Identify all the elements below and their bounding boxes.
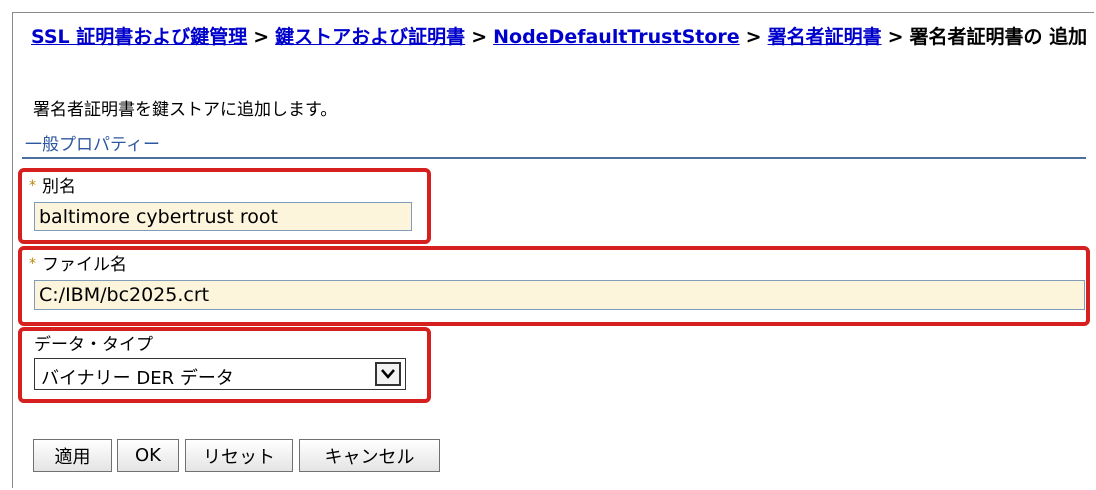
breadcrumb-truststore-link[interactable]: NodeDefaultTrustStore (493, 26, 740, 48)
page-description: 署名者証明書を鍵ストアに追加します。 (33, 100, 338, 120)
required-star-icon: * (29, 256, 36, 272)
section-title: 一般プロパティー (25, 135, 160, 155)
alias-label-text: 別名 (42, 177, 76, 197)
breadcrumb-ssl-link[interactable]: SSL 証明書および鍵管理 (31, 26, 247, 48)
breadcrumb-separator: > (253, 26, 270, 48)
alias-label: * 別名 (29, 177, 76, 198)
breadcrumb-separator: > (887, 26, 904, 48)
breadcrumb-current: 署名者証明書の 追加 (909, 26, 1088, 48)
chevron-down-icon (381, 369, 395, 379)
datatype-selected-value: バイナリー DER データ (41, 368, 234, 389)
datatype-label: データ・タイプ (34, 335, 153, 355)
datatype-select[interactable]: バイナリー DER データ (34, 358, 406, 390)
breadcrumb-separator: > (745, 26, 762, 48)
filename-input[interactable] (34, 280, 1085, 310)
breadcrumb: SSL 証明書および鍵管理 > 鍵ストアおよび証明書 > NodeDefaultTrus… (31, 25, 1091, 49)
filename-label: * ファイル名 (29, 255, 127, 276)
section-divider (22, 157, 1086, 159)
reset-button[interactable]: リセット (185, 439, 293, 472)
breadcrumb-keystores-link[interactable]: 鍵ストアおよび証明書 (275, 26, 465, 48)
alias-input[interactable] (34, 202, 412, 231)
dropdown-arrow-button[interactable] (375, 362, 401, 386)
apply-button[interactable]: 適用 (33, 439, 112, 472)
breadcrumb-signer-certs-link[interactable]: 署名者証明書 (768, 26, 882, 48)
ok-button[interactable]: OK (117, 439, 179, 472)
required-star-icon: * (29, 178, 36, 194)
filename-label-text: ファイル名 (42, 255, 127, 275)
breadcrumb-separator: > (471, 26, 488, 48)
cancel-button[interactable]: キャンセル (299, 439, 440, 472)
